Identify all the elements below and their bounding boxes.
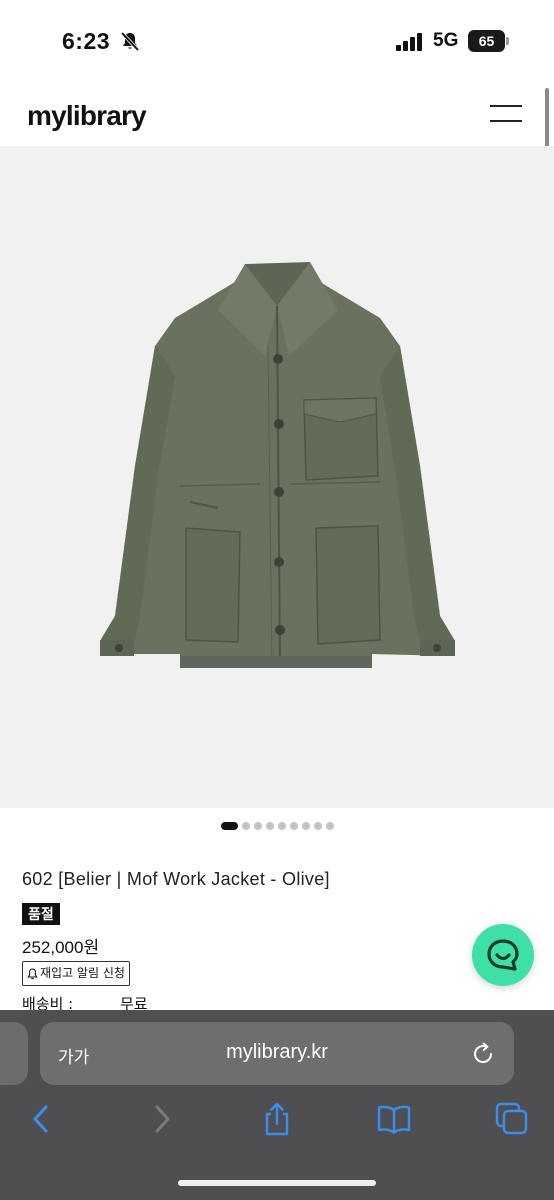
site-logo[interactable]: mylibrary bbox=[27, 100, 147, 132]
carousel-dot[interactable] bbox=[301, 822, 310, 830]
jacket-illustration bbox=[100, 262, 455, 668]
restock-alert-button[interactable]: 재입고 알림 신청 bbox=[22, 961, 130, 986]
carousel-dot[interactable] bbox=[253, 822, 262, 830]
product-image[interactable] bbox=[0, 146, 554, 808]
tabs-icon[interactable] bbox=[494, 1101, 530, 1137]
status-time: 6:23 bbox=[62, 28, 111, 54]
image-carousel-dots[interactable] bbox=[0, 822, 554, 832]
carousel-dot[interactable] bbox=[277, 822, 286, 830]
chat-button[interactable] bbox=[472, 924, 534, 986]
silent-mode-bell-icon bbox=[120, 31, 140, 52]
product-name: 602 [Belier | Mof Work Jacket - Olive] bbox=[22, 869, 330, 889]
carousel-dot[interactable] bbox=[289, 822, 298, 830]
chat-bubble-icon bbox=[487, 939, 519, 971]
network-type: 5G bbox=[433, 30, 459, 51]
carousel-dot[interactable] bbox=[241, 822, 250, 830]
product-price: 252,000원 bbox=[22, 938, 100, 957]
sold-out-badge: 품절 bbox=[22, 903, 60, 925]
previous-tab-preview[interactable] bbox=[0, 1022, 28, 1085]
home-indicator bbox=[178, 1180, 376, 1186]
carousel-dot[interactable] bbox=[313, 822, 322, 830]
status-bar: 6:23 5G 65 bbox=[0, 0, 554, 80]
cellular-signal-icon bbox=[396, 33, 422, 51]
battery-icon: 65 bbox=[468, 30, 510, 52]
carousel-dot[interactable] bbox=[265, 822, 274, 830]
hamburger-menu-icon[interactable] bbox=[490, 104, 522, 124]
battery-level: 65 bbox=[478, 33, 495, 49]
carousel-dot[interactable] bbox=[325, 822, 334, 830]
back-icon[interactable] bbox=[24, 1101, 60, 1137]
bookmarks-icon[interactable] bbox=[376, 1101, 412, 1137]
carousel-dot[interactable] bbox=[220, 822, 238, 830]
reload-icon[interactable] bbox=[470, 1041, 496, 1067]
site-header: mylibrary bbox=[0, 80, 554, 146]
forward-icon[interactable] bbox=[143, 1101, 179, 1137]
share-icon[interactable] bbox=[259, 1101, 295, 1137]
url-text[interactable]: mylibrary.kr bbox=[40, 1041, 514, 1064]
bell-icon bbox=[27, 967, 38, 979]
restock-alert-label: 재입고 알림 신청 bbox=[40, 966, 125, 980]
